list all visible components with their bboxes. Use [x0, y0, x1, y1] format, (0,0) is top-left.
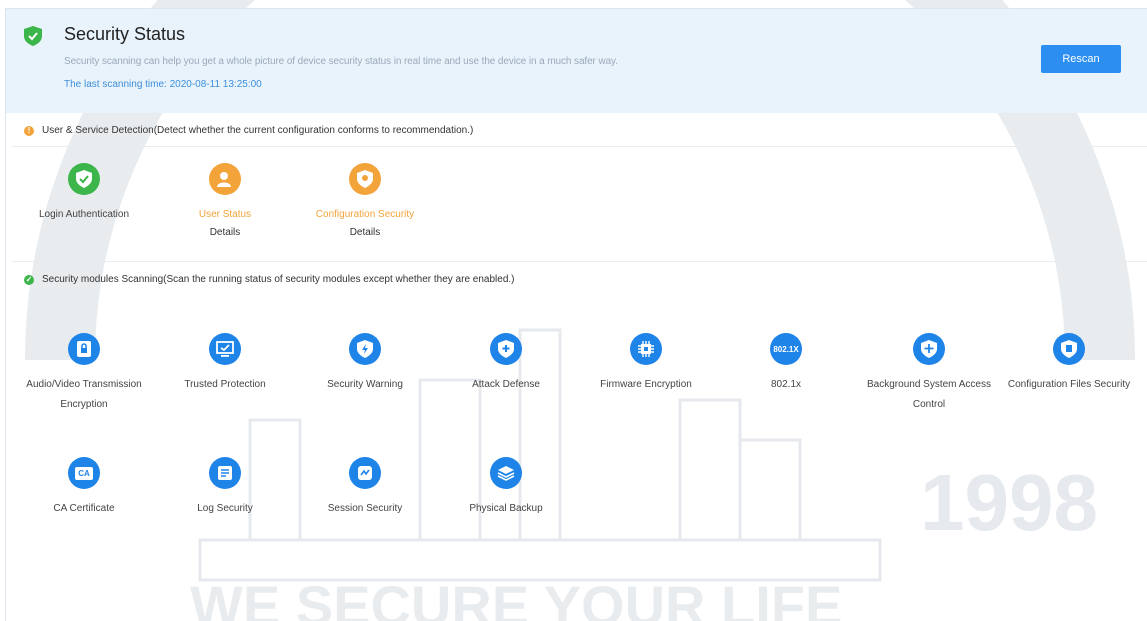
- page-frame: [5, 8, 1147, 621]
- modules-heading: ✓ Security modules Scanning(Scan the run…: [24, 274, 515, 285]
- user-service-heading-text: User & Service Detection(Detect whether …: [42, 125, 474, 136]
- chip-icon: [630, 333, 662, 365]
- header-description: Security scanning can help you get a who…: [64, 56, 618, 67]
- config-shield-icon: [349, 163, 381, 195]
- item-label: Log Security: [197, 503, 253, 514]
- monitor-check-icon: [209, 333, 241, 365]
- item-label: CA Certificate: [53, 503, 115, 514]
- shield-check-icon: [24, 26, 42, 46]
- shield-bolt-icon: [349, 333, 381, 365]
- check-user-status: User Status Details: [160, 163, 290, 241]
- module-log-security: Log Security: [160, 457, 290, 519]
- item-label: Background System Access Control: [867, 379, 991, 410]
- module-ca-certificate: CA CA Certificate: [19, 457, 149, 519]
- module-session-security: Session Security: [300, 457, 430, 519]
- item-label: Configuration Files Security: [1007, 379, 1131, 390]
- shield-plus-icon: [490, 333, 522, 365]
- module-8021x: 802.1X 802.1x: [721, 333, 851, 395]
- module-trusted-protection: Trusted Protection: [160, 333, 290, 395]
- module-background-access-control: Background System Access Control: [862, 333, 996, 415]
- page-title: Security Status: [64, 24, 186, 44]
- user-icon: [209, 163, 241, 195]
- badge-8021x-icon: 802.1X: [770, 333, 802, 365]
- details-link[interactable]: Details: [300, 225, 430, 241]
- shield-cross-icon: [913, 333, 945, 365]
- module-attack-defense: Attack Defense: [441, 333, 571, 395]
- shield-check-icon: [68, 163, 100, 195]
- item-label: Session Security: [327, 503, 403, 514]
- module-firmware-encryption: Firmware Encryption: [581, 333, 711, 395]
- check-icon: ✓: [24, 274, 34, 285]
- item-label: Configuration Security: [315, 209, 415, 220]
- module-security-warning: Security Warning: [300, 333, 430, 395]
- modules-heading-text: Security modules Scanning(Scan the runni…: [42, 274, 515, 285]
- item-label: Physical Backup: [469, 503, 543, 514]
- rescan-button[interactable]: Rescan: [1041, 45, 1121, 73]
- item-label: User Status: [198, 209, 252, 220]
- user-service-heading: ! User & Service Detection(Detect whethe…: [24, 125, 473, 136]
- module-config-files-security: Configuration Files Security: [1001, 333, 1137, 395]
- last-scan-time: The last scanning time: 2020-08-11 13:25…: [64, 79, 262, 90]
- av-lock-icon: [68, 333, 100, 365]
- certificate-icon: CA: [68, 457, 100, 489]
- module-av-encryption: Audio/Video Transmission Encryption: [19, 333, 149, 415]
- item-label: Trusted Protection: [184, 379, 266, 390]
- layers-icon: [490, 457, 522, 489]
- file-shield-icon: [1053, 333, 1085, 365]
- check-login-authentication: Login Authentication: [19, 163, 149, 225]
- item-label: Firmware Encryption: [600, 379, 692, 390]
- session-icon: [349, 457, 381, 489]
- warning-icon: !: [24, 125, 34, 136]
- item-label: Attack Defense: [472, 379, 540, 390]
- item-label: 802.1x: [770, 379, 802, 390]
- log-icon: [209, 457, 241, 489]
- item-label: Security Warning: [327, 379, 403, 390]
- details-link[interactable]: Details: [160, 225, 290, 241]
- item-label: Login Authentication: [38, 209, 130, 220]
- item-label: Audio/Video Transmission Encryption: [26, 379, 142, 410]
- module-physical-backup: Physical Backup: [441, 457, 571, 519]
- check-configuration-security: Configuration Security Details: [300, 163, 430, 241]
